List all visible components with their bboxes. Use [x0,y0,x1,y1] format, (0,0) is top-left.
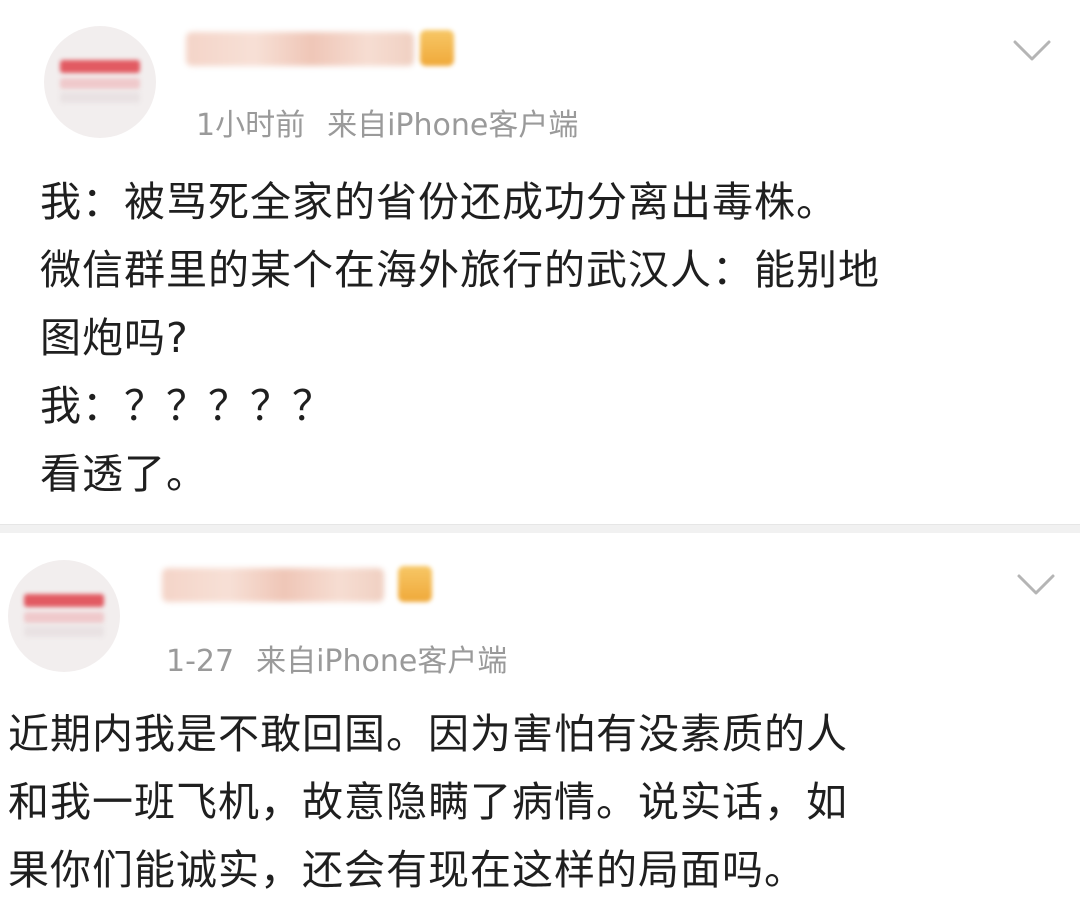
post-body-line: 微信群里的某个在海外旅行的武汉人：能别地 [40,246,880,294]
post-body-line: 图炮吗? [40,314,189,362]
post-body-line: 果你们能诚实，还会有现在这样的局面吗。 [8,846,806,894]
post-meta: 1-27 来自iPhone客户端 [166,636,507,680]
post-body: 我：被骂死全家的省份还成功分离出毒株。 微信群里的某个在海外旅行的武汉人：能别地… [40,168,1060,508]
post-body: 近期内我是不敢回国。因为害怕有没素质的人 和我一班飞机，故意隐瞒了病情。说实话，… [8,700,1072,904]
post-body-line: 看透了。 [40,450,208,498]
comment-post: 1小时前 来自iPhone客户端 我：被骂死全家的省份还成功分离出毒株。 微信群里… [0,0,1080,528]
username-blurred[interactable] [162,568,384,602]
chevron-down-icon[interactable] [1016,572,1056,598]
comment-post: 1-27 来自iPhone客户端 近期内我是不敢回国。因为害怕有没素质的人 和我一… [0,532,1080,921]
avatar[interactable] [44,26,156,138]
post-body-line: 我：被骂死全家的省份还成功分离出毒株。 [40,178,838,226]
post-source: 来自iPhone客户端 [327,108,579,143]
chevron-down-icon[interactable] [1012,38,1052,64]
vip-badge-icon [420,30,454,66]
post-time: 1-27 [166,644,235,679]
post-source: 来自iPhone客户端 [256,644,508,679]
username-blurred[interactable] [186,32,414,66]
post-time: 1小时前 [196,108,306,143]
post-body-line: 和我一班飞机，故意隐瞒了病情。说实话，如 [8,778,848,826]
weibo-comment-list: 1小时前 来自iPhone客户端 我：被骂死全家的省份还成功分离出毒株。 微信群里… [0,0,1080,921]
post-body-line: 我：？？？？？ [40,382,334,430]
avatar[interactable] [8,560,120,672]
vip-badge-icon [398,566,432,602]
post-meta: 1小时前 来自iPhone客户端 [196,100,578,144]
post-body-line: 近期内我是不敢回国。因为害怕有没素质的人 [8,710,848,758]
